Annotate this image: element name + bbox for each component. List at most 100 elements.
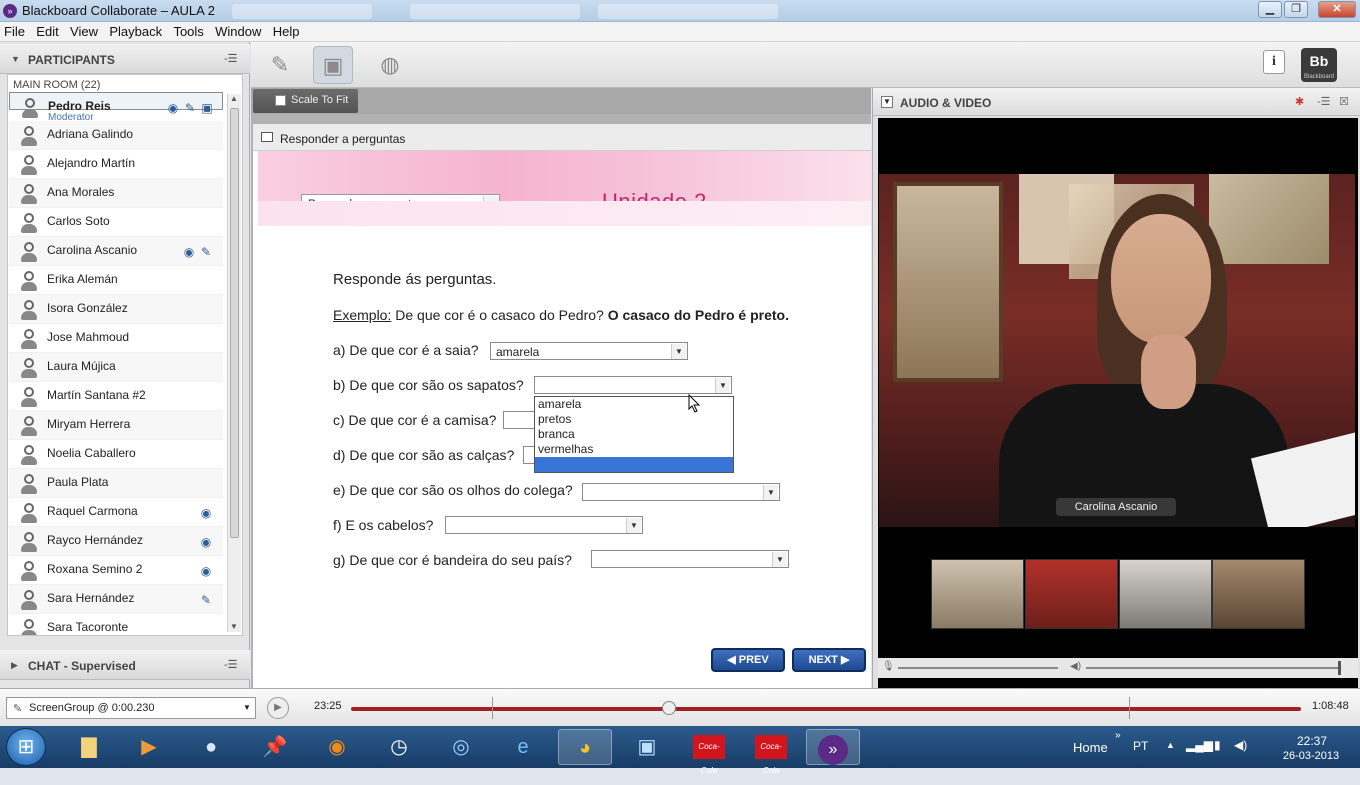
participant-row[interactable]: Isora González: [9, 295, 223, 324]
coca-cola-icon[interactable]: Coca-Cola: [682, 729, 736, 775]
pin-icon[interactable]: 📌: [248, 729, 302, 765]
eye-icon[interactable]: ◉: [199, 506, 213, 520]
participant-row[interactable]: Alejandro Martín: [9, 150, 223, 179]
network-icon[interactable]: ▂▄▆: [1186, 738, 1213, 752]
participant-row[interactable]: Sara Hernández ✎: [9, 585, 223, 614]
screen-group-select[interactable]: ✎ ScreenGroup @ 0:00.230 ▼: [6, 697, 256, 719]
answer-select-b[interactable]: ▼: [534, 376, 732, 394]
battery-icon[interactable]: ▮: [1214, 738, 1221, 752]
speaker-volume-knob[interactable]: [1338, 661, 1341, 675]
close-button[interactable]: ✕: [1318, 1, 1356, 18]
chevron-down-icon[interactable]: ▼: [763, 485, 778, 500]
menu-playback[interactable]: Playback: [105, 22, 166, 41]
video-thumbnail[interactable]: [1212, 559, 1305, 629]
mic-icon[interactable]: ✎: [183, 101, 197, 115]
coca-cola-icon[interactable]: Coca-Cola: [744, 729, 798, 775]
audio-video-header[interactable]: ▼ AUDIO & VIDEO ✱ -☰ ☒: [873, 88, 1360, 116]
participant-row[interactable]: Carolina Ascanio ◉ ✎: [9, 237, 223, 266]
collapse-triangle-icon[interactable]: ▼: [11, 54, 20, 64]
minimize-button[interactable]: ▁: [1258, 1, 1282, 18]
web-tour-icon[interactable]: ◍: [370, 46, 410, 84]
chat-header[interactable]: ▶ CHAT - Supervised -☰: [0, 650, 250, 680]
mic-volume-slider[interactable]: [898, 667, 1058, 669]
option-pretos[interactable]: pretos: [535, 412, 733, 427]
option-branca[interactable]: branca: [535, 427, 733, 442]
expand-triangle-icon[interactable]: ▶: [11, 660, 18, 671]
video-thumbnail[interactable]: [931, 559, 1024, 629]
scale-checkbox[interactable]: [275, 95, 286, 106]
user-icon[interactable]: ●: [184, 729, 238, 765]
eye-icon[interactable]: ◉: [182, 245, 196, 259]
chrome-icon[interactable]: ◕: [558, 729, 612, 765]
chevron-down-icon[interactable]: ▼: [243, 703, 251, 712]
scroll-thumb[interactable]: [230, 108, 239, 538]
eye-icon[interactable]: ◉: [199, 564, 213, 578]
option-empty-highlighted[interactable]: [535, 457, 733, 472]
participant-row[interactable]: Raquel Carmona ◉: [9, 498, 223, 527]
safari-icon[interactable]: ◎: [434, 729, 488, 765]
menu-tools[interactable]: Tools: [169, 22, 207, 41]
answer-select-e[interactable]: ▼: [582, 483, 780, 501]
mic-icon[interactable]: ✎: [199, 245, 213, 259]
option-vermelhas[interactable]: vermelhas: [535, 442, 733, 457]
panel-menu-icon[interactable]: -☰: [1317, 95, 1331, 108]
home-toolbar-label[interactable]: Home: [1073, 740, 1108, 755]
participant-row[interactable]: Laura Mújica: [9, 353, 223, 382]
expand-icon[interactable]: »: [1115, 730, 1121, 741]
eye-icon[interactable]: ◉: [199, 535, 213, 549]
scroll-up-icon[interactable]: ▲: [230, 94, 238, 103]
clock-time[interactable]: 22:37: [1282, 734, 1342, 748]
computer-icon[interactable]: ▣: [620, 729, 674, 765]
participant-row[interactable]: Carlos Soto: [9, 208, 223, 237]
video-thumbnail[interactable]: [1119, 559, 1212, 629]
participant-row[interactable]: Miryam Herrera: [9, 411, 223, 440]
chevron-down-icon[interactable]: ▼: [671, 344, 686, 359]
menu-file[interactable]: File: [0, 22, 29, 41]
app-share-icon[interactable]: ▣: [313, 46, 353, 84]
collaborate-icon[interactable]: »: [806, 729, 860, 765]
volume-icon[interactable]: ◀): [1234, 738, 1247, 752]
next-button[interactable]: NEXT ▶: [792, 648, 866, 672]
menu-view[interactable]: View: [66, 22, 102, 41]
settings-icon[interactable]: ✱: [1295, 95, 1304, 108]
collapse-icon[interactable]: ▼: [881, 96, 893, 108]
chat-menu-icon[interactable]: -☰: [224, 658, 238, 671]
menu-help[interactable]: Help: [269, 22, 304, 41]
clock-date[interactable]: 26-03-2013: [1278, 750, 1344, 762]
mic-icon[interactable]: ✎: [199, 593, 213, 607]
participant-row[interactable]: Rayco Hernández ◉: [9, 527, 223, 556]
folder-icon[interactable]: ▇: [62, 729, 116, 765]
whiteboard-icon[interactable]: ✎: [260, 46, 300, 84]
playback-track[interactable]: [351, 707, 1301, 711]
maximize-button[interactable]: ❐: [1284, 1, 1308, 18]
participant-row[interactable]: Ana Morales: [9, 179, 223, 208]
participant-row[interactable]: Noelia Caballero: [9, 440, 223, 469]
participant-row[interactable]: Pedro Reis Moderator ◉ ✎ ▣: [9, 92, 223, 123]
playback-knob[interactable]: [662, 701, 677, 715]
option-amarela[interactable]: amarela: [535, 397, 733, 412]
chevron-down-icon[interactable]: ▼: [772, 552, 787, 567]
participant-row[interactable]: Martín Santana #2: [9, 382, 223, 411]
participant-row[interactable]: Erika Alemán: [9, 266, 223, 295]
scale-to-fit-button[interactable]: Scale To Fit: [253, 89, 358, 113]
participant-row[interactable]: Roxana Semino 2 ◉: [9, 556, 223, 585]
answer-select-g[interactable]: ▼: [591, 550, 789, 568]
media-player-icon[interactable]: ▶: [122, 729, 176, 765]
participant-row[interactable]: Sara Tacoronte: [9, 614, 223, 635]
start-button[interactable]: ⊞: [6, 728, 46, 766]
ie-icon[interactable]: e: [496, 729, 550, 765]
close-panel-icon[interactable]: ☒: [1339, 95, 1349, 108]
speaker-volume-slider[interactable]: [1086, 667, 1340, 669]
screen-icon[interactable]: ▣: [200, 101, 214, 115]
answer-select-a[interactable]: amarela ▼: [490, 342, 688, 360]
participant-row[interactable]: Adriana Galindo: [9, 121, 223, 150]
prev-button[interactable]: ◀ PREV: [711, 648, 785, 672]
scroll-down-icon[interactable]: ▼: [230, 622, 238, 631]
video-thumbnail[interactable]: [1025, 559, 1118, 629]
participant-row[interactable]: Jose Mahmoud: [9, 324, 223, 353]
chevron-down-icon[interactable]: ▼: [626, 518, 641, 533]
language-indicator[interactable]: PT: [1133, 739, 1148, 753]
participants-header[interactable]: ▼ PARTICIPANTS -☰: [0, 44, 250, 74]
panel-menu-icon[interactable]: -☰: [224, 52, 238, 65]
info-icon[interactable]: i: [1263, 50, 1285, 74]
